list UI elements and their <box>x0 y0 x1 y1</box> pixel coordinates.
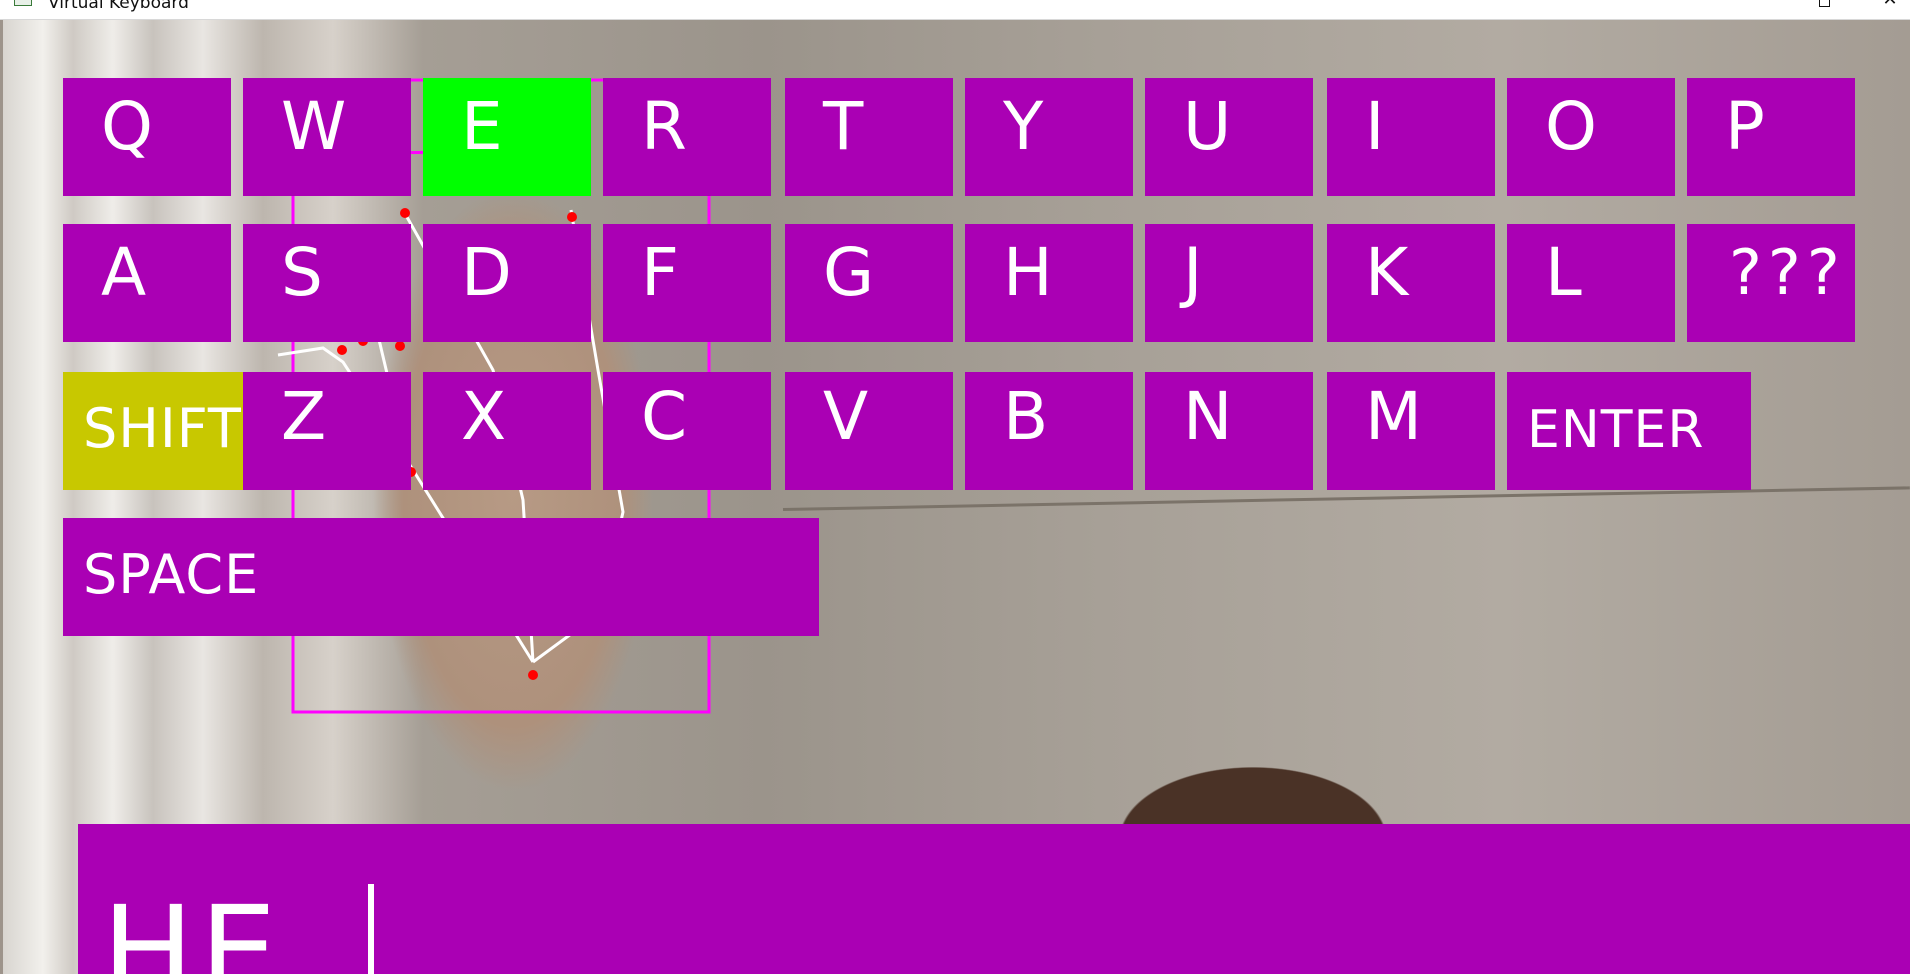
key-m[interactable]: M <box>1327 372 1495 490</box>
key-l[interactable]: L <box>1507 224 1675 342</box>
app-icon <box>14 0 32 6</box>
text-cursor <box>368 884 374 974</box>
maximize-icon[interactable] <box>1804 0 1844 10</box>
key-r[interactable]: R <box>603 78 771 196</box>
key-i[interactable]: I <box>1327 78 1495 196</box>
key-g[interactable]: G <box>785 224 953 342</box>
typed-text-box: HE <box>78 824 1910 974</box>
landmark <box>567 212 577 222</box>
landmark <box>337 345 347 355</box>
key-z[interactable]: Z <box>243 372 411 490</box>
key-e[interactable]: E <box>423 78 591 196</box>
key-space[interactable]: SPACE <box>63 518 819 636</box>
key-h[interactable]: H <box>965 224 1133 342</box>
key-p[interactable]: P <box>1687 78 1855 196</box>
key-o[interactable]: O <box>1507 78 1675 196</box>
landmark <box>400 208 410 218</box>
landmark <box>395 341 405 351</box>
key-w[interactable]: W <box>243 78 411 196</box>
key-f[interactable]: F <box>603 224 771 342</box>
key-k[interactable]: K <box>1327 224 1495 342</box>
key-x[interactable]: X <box>423 372 591 490</box>
wall-edge <box>782 486 1910 511</box>
close-icon[interactable]: ✕ <box>1870 0 1910 10</box>
key-symbols[interactable]: ??? <box>1687 224 1855 342</box>
window-title: Virtual Keyboard <box>48 0 189 13</box>
key-enter[interactable]: ENTER <box>1507 372 1751 490</box>
title-bar: Virtual Keyboard ✕ <box>0 0 1910 20</box>
key-n[interactable]: N <box>1145 372 1313 490</box>
key-s[interactable]: S <box>243 224 411 342</box>
key-a[interactable]: A <box>63 224 231 342</box>
landmark-wrist <box>528 670 538 680</box>
typed-text: HE <box>102 880 283 974</box>
key-shift[interactable]: SHIFT <box>63 372 245 490</box>
key-j[interactable]: J <box>1145 224 1313 342</box>
key-u[interactable]: U <box>1145 78 1313 196</box>
key-d[interactable]: D <box>423 224 591 342</box>
key-c[interactable]: C <box>603 372 771 490</box>
key-v[interactable]: V <box>785 372 953 490</box>
key-y[interactable]: Y <box>965 78 1133 196</box>
key-q[interactable]: Q <box>63 78 231 196</box>
key-t[interactable]: T <box>785 78 953 196</box>
key-b[interactable]: B <box>965 372 1133 490</box>
